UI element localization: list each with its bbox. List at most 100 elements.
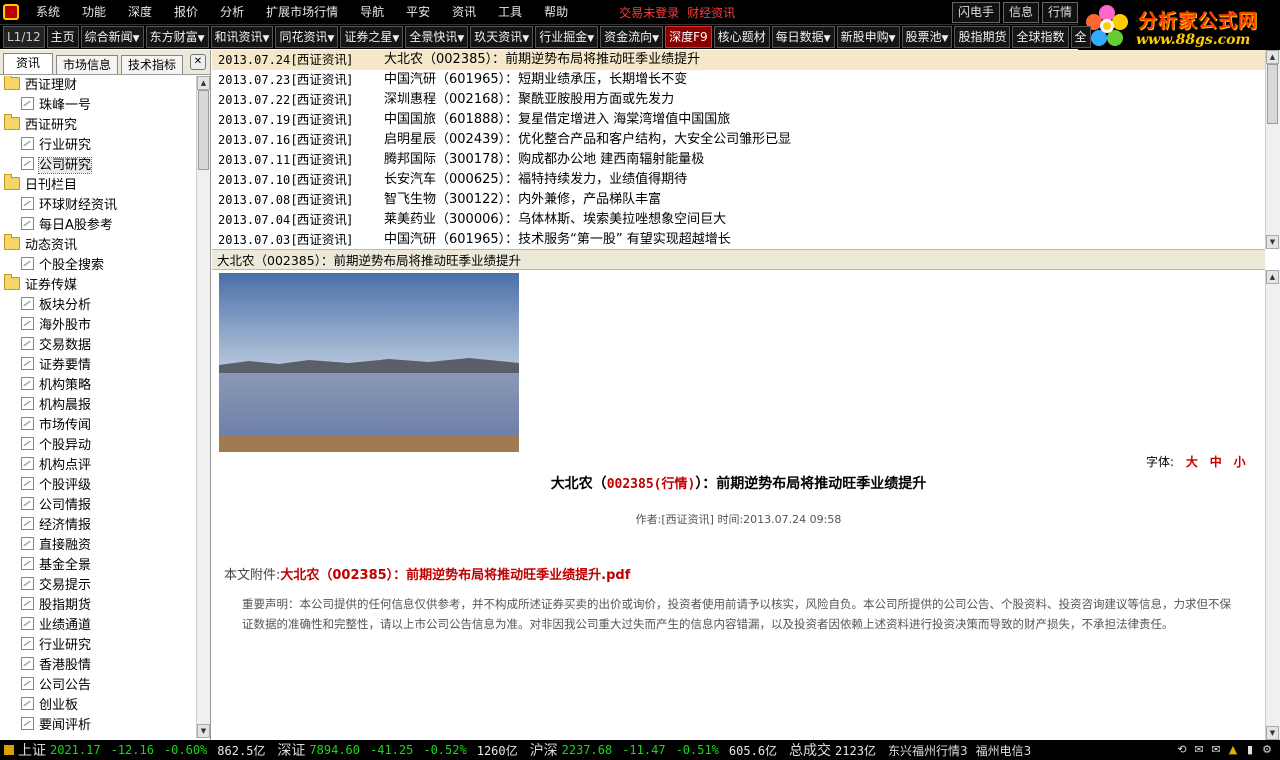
alert-icon[interactable]: ▲ [1226, 743, 1240, 756]
menu-depth[interactable]: 深度 [117, 0, 163, 24]
quote-link[interactable]: 002385(行情) [607, 477, 696, 492]
dropdown-arrow-icon[interactable]: ▼ [133, 34, 140, 44]
tree-item[interactable]: 个股全搜索 [0, 256, 196, 276]
tree-folder[interactable]: 日刊栏目 [0, 174, 196, 196]
tree-item[interactable]: 直接融资 [0, 536, 196, 556]
toolbar-button[interactable]: 同花资讯▼ [275, 26, 339, 48]
toolbar-button[interactable]: 全球指数 [1012, 26, 1069, 48]
news-row[interactable]: 2013.07.03 [西证资讯] 中国汽研（601965）：技术服务“第一股” 有… [212, 230, 1265, 249]
tree-item[interactable]: 业绩通道 [0, 616, 196, 636]
tree-item[interactable]: 公司研究 [0, 156, 196, 176]
tab-technical-indicators[interactable]: 技术指标 [121, 55, 184, 74]
tree-item[interactable]: 个股评级 [0, 476, 196, 496]
toolbar-button[interactable]: 全景快讯▼ [405, 26, 469, 48]
toolbar-button[interactable]: 股指期货 [954, 26, 1011, 48]
refresh-icon[interactable]: ⟲ [1175, 743, 1189, 756]
scroll-up-icon[interactable]: ▲ [1266, 270, 1279, 284]
dropdown-arrow-icon[interactable]: ▼ [327, 34, 334, 44]
menu-system[interactable]: 系统 [25, 0, 71, 24]
toolbar-button[interactable]: 股票池▼ [901, 26, 953, 48]
tree-folder[interactable]: 证券传媒 [0, 274, 196, 296]
info-button[interactable]: 信息 [1003, 2, 1040, 23]
toolbar-button[interactable]: 玖天资讯▼ [470, 26, 534, 48]
toolbar-button[interactable]: 综合新闻▼ [80, 26, 144, 48]
menu-function[interactable]: 功能 [71, 0, 117, 24]
tree-folder[interactable]: 西证理财 [0, 76, 196, 96]
dropdown-arrow-icon[interactable]: ▼ [942, 34, 949, 44]
tree-item[interactable]: 经济情报 [0, 516, 196, 536]
news-row[interactable]: 2013.07.24 [西证资讯] 大北农（002385）：前期逆势布局将推动旺季业… [212, 50, 1265, 70]
dropdown-arrow-icon[interactable]: ▼ [263, 34, 270, 44]
tree-item[interactable]: 珠峰一号 [0, 96, 196, 116]
article-scrollbar[interactable]: ▲ ▼ [1265, 270, 1280, 740]
flash-trade-button[interactable]: 闪电手 [952, 2, 1001, 23]
finance-news-link[interactable]: 财经资讯 [687, 4, 735, 21]
toolbar-button[interactable]: 主页 [46, 26, 79, 48]
dropdown-arrow-icon[interactable]: ▼ [392, 34, 399, 44]
tree-item[interactable]: 机构策略 [0, 376, 196, 396]
toolbar-button[interactable]: 新股申购▼ [836, 26, 900, 48]
connection-telecom[interactable]: 福州电信3 [976, 742, 1032, 759]
menu-tools[interactable]: 工具 [487, 0, 533, 24]
tree-item[interactable]: 机构晨报 [0, 396, 196, 416]
toolbar-button[interactable]: 和讯资讯▼ [210, 26, 274, 48]
news-row[interactable]: 2013.07.10 [西证资讯] 长安汽车（000625）：福特持续发力，业绩值得… [212, 170, 1265, 190]
tree-item[interactable]: 环球财经资讯 [0, 196, 196, 216]
menu-help[interactable]: 帮助 [533, 0, 579, 24]
tree-item[interactable]: 每日A股参考 [0, 216, 196, 236]
tree-item[interactable]: 板块分析 [0, 296, 196, 316]
news-row[interactable]: 2013.07.19 [西证资讯] 中国国旅（601888）：复星借定增进入 海棠湾… [212, 110, 1265, 130]
tree-item[interactable]: 公司情报 [0, 496, 196, 516]
tree-item[interactable]: 行业研究 [0, 136, 196, 156]
news-row[interactable]: 2013.07.11 [西证资讯] 腾邦国际（300178）：购成都办公地 建西南辐… [212, 150, 1265, 170]
news-list-scrollbar[interactable]: ▲ ▼ [1265, 50, 1280, 249]
tree-item[interactable]: 基金全景 [0, 556, 196, 576]
toolbar-button[interactable]: 东方财富▼ [145, 26, 209, 48]
menu-extended-market[interactable]: 扩展市场行情 [255, 0, 349, 24]
tree-item[interactable]: 香港股情 [0, 656, 196, 676]
tab-market-info[interactable]: 市场信息 [56, 55, 119, 74]
scroll-thumb[interactable] [1267, 64, 1278, 124]
dropdown-arrow-icon[interactable]: ▼ [457, 34, 464, 44]
menu-info[interactable]: 资讯 [441, 0, 487, 24]
scroll-down-icon[interactable]: ▼ [1266, 726, 1279, 740]
menu-navigation[interactable]: 导航 [349, 0, 395, 24]
dropdown-arrow-icon[interactable]: ▼ [652, 34, 659, 44]
scroll-down-icon[interactable]: ▼ [197, 724, 210, 738]
tree-item[interactable]: 机构点评 [0, 456, 196, 476]
toolbar-button[interactable]: 深度F9 [665, 26, 712, 48]
menu-pingan[interactable]: 平安 [395, 0, 441, 24]
toolbar-button[interactable]: 每日数据▼ [771, 26, 835, 48]
trade-login-status[interactable]: 交易未登录 [619, 4, 679, 21]
scroll-thumb[interactable] [198, 90, 209, 170]
tree-item[interactable]: 证券要情 [0, 356, 196, 376]
font-medium-button[interactable]: 中 [1210, 455, 1222, 469]
toolbar-button[interactable]: 证券之星▼ [340, 26, 404, 48]
tree-item[interactable]: 个股异动 [0, 436, 196, 456]
tree-item[interactable]: 行业研究 [0, 636, 196, 656]
market-button[interactable]: 行情 [1042, 2, 1079, 23]
dropdown-arrow-icon[interactable]: ▼ [889, 34, 896, 44]
scroll-up-icon[interactable]: ▲ [1266, 50, 1279, 64]
tree-item[interactable]: 创业板 [0, 696, 196, 716]
settings-icon[interactable]: ⚙ [1260, 743, 1274, 756]
news-row[interactable]: 2013.07.04 [西证资讯] 莱美药业（300006）：乌体林斯、埃索美拉唑想… [212, 210, 1265, 230]
tree-item[interactable]: 交易数据 [0, 336, 196, 356]
tree-item[interactable]: 海外股市 [0, 316, 196, 336]
toolbar-button[interactable]: 行业掘金▼ [535, 26, 599, 48]
attachment-link[interactable]: 大北农（002385）：前期逆势布局将推动旺季业绩提升.pdf [280, 568, 630, 583]
tree-item[interactable]: 股指期货 [0, 596, 196, 616]
dropdown-arrow-icon[interactable]: ▼ [587, 34, 594, 44]
news-row[interactable]: 2013.07.08 [西证资讯] 智飞生物（300122）：内外兼修，产品梯队丰富 [212, 190, 1265, 210]
toolbar-button[interactable]: 全 [1070, 26, 1091, 48]
tree-item[interactable]: 要闻评析 [0, 716, 196, 736]
tree-folder[interactable]: 动态资讯 [0, 234, 196, 256]
tree-item[interactable]: 交易提示 [0, 576, 196, 596]
news-row[interactable]: 2013.07.22 [西证资讯] 深圳惠程（002168）：聚酰亚胺股用方面或先发… [212, 90, 1265, 110]
tree-item[interactable]: 公司公告 [0, 676, 196, 696]
connection-quote[interactable]: 东兴福州行情3 [888, 742, 968, 759]
scroll-down-icon[interactable]: ▼ [1266, 235, 1279, 249]
tab-news[interactable]: 资讯 [3, 53, 54, 74]
toolbar-button[interactable]: 资金流向▼ [600, 26, 664, 48]
mail-icon[interactable]: ✉ [1209, 743, 1223, 756]
